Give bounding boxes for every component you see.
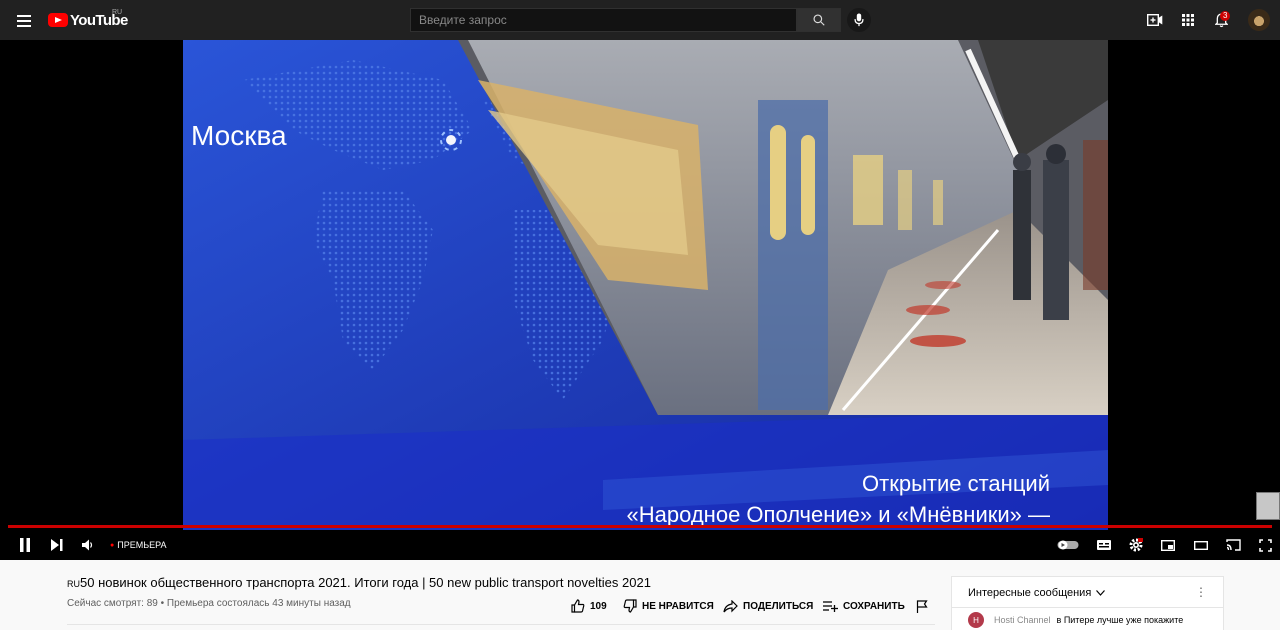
volume-icon bbox=[82, 539, 93, 551]
search-button[interactable] bbox=[797, 8, 841, 32]
caption-line-1: Открытие станций bbox=[862, 471, 1050, 496]
theater-mode-button[interactable] bbox=[1189, 533, 1213, 557]
video-meta: Сейчас смотрят: 89 • Премьера состоялась… bbox=[67, 598, 351, 609]
like-icon bbox=[571, 599, 585, 613]
volume-button[interactable] bbox=[76, 533, 100, 557]
video-frame: Москва Открытие станций «Народное Ополче… bbox=[183, 40, 1108, 530]
apps-icon bbox=[1182, 14, 1194, 26]
pause-button[interactable] bbox=[13, 533, 37, 557]
save-button[interactable]: СОХРАНИТЬ bbox=[823, 596, 905, 616]
chat-message-text: в Питере лучше уже покажите bbox=[1056, 615, 1184, 625]
chat-author-avatar[interactable]: H bbox=[968, 612, 984, 628]
flag-icon bbox=[916, 599, 928, 613]
chat-message: H Hosti Channel в Питере лучше уже покаж… bbox=[968, 612, 1183, 628]
pause-icon bbox=[20, 538, 30, 552]
dislike-icon bbox=[623, 599, 637, 613]
report-button[interactable] bbox=[916, 596, 933, 616]
autoplay-toggle-icon bbox=[1057, 540, 1079, 550]
voice-search-button[interactable] bbox=[847, 8, 871, 32]
youtube-logo-icon bbox=[48, 13, 68, 27]
more-vert-icon[interactable]: ⋮ bbox=[1195, 585, 1207, 599]
chat-author-name[interactable]: Hosti Channel bbox=[994, 615, 1051, 625]
youtube-logo[interactable]: YouTube RU bbox=[48, 9, 128, 29]
premiere-label: ПРЕМЬЕРА bbox=[117, 540, 167, 550]
create-video-icon bbox=[1147, 14, 1163, 26]
dislike-button[interactable]: НЕ НРАВИТСЯ bbox=[623, 596, 714, 616]
cast-button[interactable] bbox=[1221, 533, 1245, 557]
save-icon bbox=[823, 601, 838, 612]
progress-bar[interactable] bbox=[8, 525, 1272, 528]
search-icon bbox=[813, 14, 825, 26]
premiere-indicator: ● ПРЕМЬЕРА bbox=[110, 540, 167, 550]
subtitles-button[interactable] bbox=[1092, 533, 1116, 557]
video-title: RU50 новинок общественного транспорта 20… bbox=[67, 575, 651, 590]
side-thumbnail[interactable] bbox=[1256, 492, 1280, 520]
player-controls: ● ПРЕМЬЕРА bbox=[0, 530, 1280, 560]
cast-icon bbox=[1225, 539, 1241, 551]
subtitles-icon bbox=[1097, 540, 1111, 550]
like-count: 109 bbox=[590, 600, 607, 612]
video-city-label: Москва bbox=[191, 120, 287, 151]
miniplayer-button[interactable] bbox=[1156, 533, 1180, 557]
fullscreen-button[interactable] bbox=[1253, 533, 1277, 557]
search-input[interactable] bbox=[411, 9, 796, 31]
language-tag: RU bbox=[67, 579, 80, 589]
next-button[interactable] bbox=[45, 533, 69, 557]
next-icon bbox=[51, 539, 63, 551]
chat-header-label: Интересные сообщения bbox=[968, 587, 1092, 599]
video-title-text: 50 новинок общественного транспорта 2021… bbox=[80, 575, 651, 590]
mic-icon bbox=[854, 13, 864, 27]
video-caption: Открытие станций «Народное Ополчение» и … bbox=[627, 468, 1051, 530]
apps-button[interactable] bbox=[1176, 8, 1200, 32]
create-button[interactable] bbox=[1143, 8, 1167, 32]
settings-button[interactable] bbox=[1124, 533, 1148, 557]
masthead: YouTube RU 3 bbox=[0, 0, 1280, 40]
chevron-down-icon bbox=[1096, 590, 1106, 596]
theater-icon bbox=[1194, 540, 1208, 550]
share-icon bbox=[723, 599, 738, 612]
like-button[interactable]: 109 bbox=[571, 596, 607, 616]
chat-divider bbox=[952, 607, 1223, 608]
settings-icon bbox=[1129, 538, 1143, 552]
menu-icon[interactable] bbox=[12, 8, 36, 32]
live-chat-panel: Интересные сообщения ⋮ H Hosti Channel в… bbox=[951, 576, 1224, 630]
info-divider bbox=[67, 624, 935, 625]
autoplay-toggle[interactable] bbox=[1056, 533, 1080, 557]
live-dot-icon: ● bbox=[110, 541, 115, 549]
share-label: ПОДЕЛИТЬСЯ bbox=[743, 600, 814, 612]
save-label: СОХРАНИТЬ bbox=[843, 600, 905, 612]
chat-mode-selector[interactable]: Интересные сообщения bbox=[968, 587, 1106, 599]
video-player[interactable]: Москва Открытие станций «Народное Ополче… bbox=[0, 40, 1280, 560]
search-box bbox=[410, 8, 797, 32]
logo-region: RU bbox=[112, 9, 123, 16]
share-button[interactable]: ПОДЕЛИТЬСЯ bbox=[723, 596, 813, 616]
metro-train-photo bbox=[458, 40, 1108, 415]
fullscreen-icon bbox=[1258, 538, 1272, 552]
miniplayer-icon bbox=[1161, 539, 1175, 551]
dislike-label: НЕ НРАВИТСЯ bbox=[642, 600, 714, 612]
avatar[interactable] bbox=[1248, 9, 1270, 31]
